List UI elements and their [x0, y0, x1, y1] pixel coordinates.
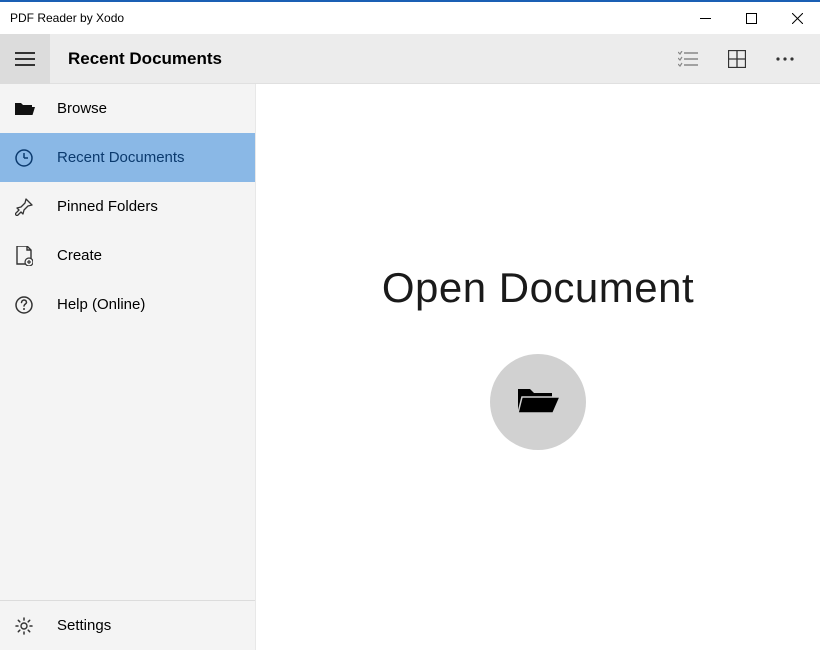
create-document-icon [15, 246, 57, 266]
page-title: Recent Documents [68, 49, 678, 69]
sidebar-item-label: Browse [57, 100, 107, 117]
close-icon [792, 13, 803, 24]
gear-icon [15, 617, 57, 635]
window-controls [682, 2, 820, 34]
sidebar-item-label: Create [57, 247, 102, 264]
sidebar-item-create[interactable]: Create [0, 231, 255, 280]
toolbar: Recent Documents [0, 34, 820, 84]
titlebar: PDF Reader by Xodo [0, 2, 820, 34]
sidebar-item-browse[interactable]: Browse [0, 84, 255, 133]
open-document-heading: Open Document [382, 264, 694, 312]
sidebar: Browse Recent Documents Pinned Folders C… [0, 84, 256, 650]
maximize-icon [746, 13, 757, 24]
sidebar-item-label: Help (Online) [57, 296, 145, 313]
sidebar-item-label: Settings [57, 617, 111, 634]
open-document-button[interactable] [490, 354, 586, 450]
pin-icon [15, 198, 57, 216]
sidebar-item-help[interactable]: Help (Online) [0, 280, 255, 329]
view-list-button[interactable] [678, 51, 698, 67]
sidebar-item-label: Recent Documents [57, 149, 185, 166]
toolbar-actions [678, 50, 820, 68]
view-grid-button[interactable] [728, 50, 746, 68]
sidebar-item-label: Pinned Folders [57, 198, 158, 215]
minimize-icon [700, 13, 711, 24]
folder-open-icon [516, 385, 560, 419]
help-icon [15, 296, 57, 314]
menu-toggle-button[interactable] [0, 34, 50, 84]
clock-icon [15, 149, 57, 167]
list-icon [678, 51, 698, 67]
sidebar-item-pinned[interactable]: Pinned Folders [0, 182, 255, 231]
folder-icon [15, 101, 57, 117]
more-button[interactable] [776, 57, 794, 61]
main-content: Open Document [256, 84, 820, 650]
minimize-button[interactable] [682, 2, 728, 34]
window-title: PDF Reader by Xodo [10, 11, 124, 25]
grid-icon [728, 50, 746, 68]
close-button[interactable] [774, 2, 820, 34]
maximize-button[interactable] [728, 2, 774, 34]
sidebar-item-settings[interactable]: Settings [0, 601, 255, 650]
sidebar-item-recent[interactable]: Recent Documents [0, 133, 255, 182]
ellipsis-icon [776, 57, 794, 61]
hamburger-icon [15, 52, 35, 66]
